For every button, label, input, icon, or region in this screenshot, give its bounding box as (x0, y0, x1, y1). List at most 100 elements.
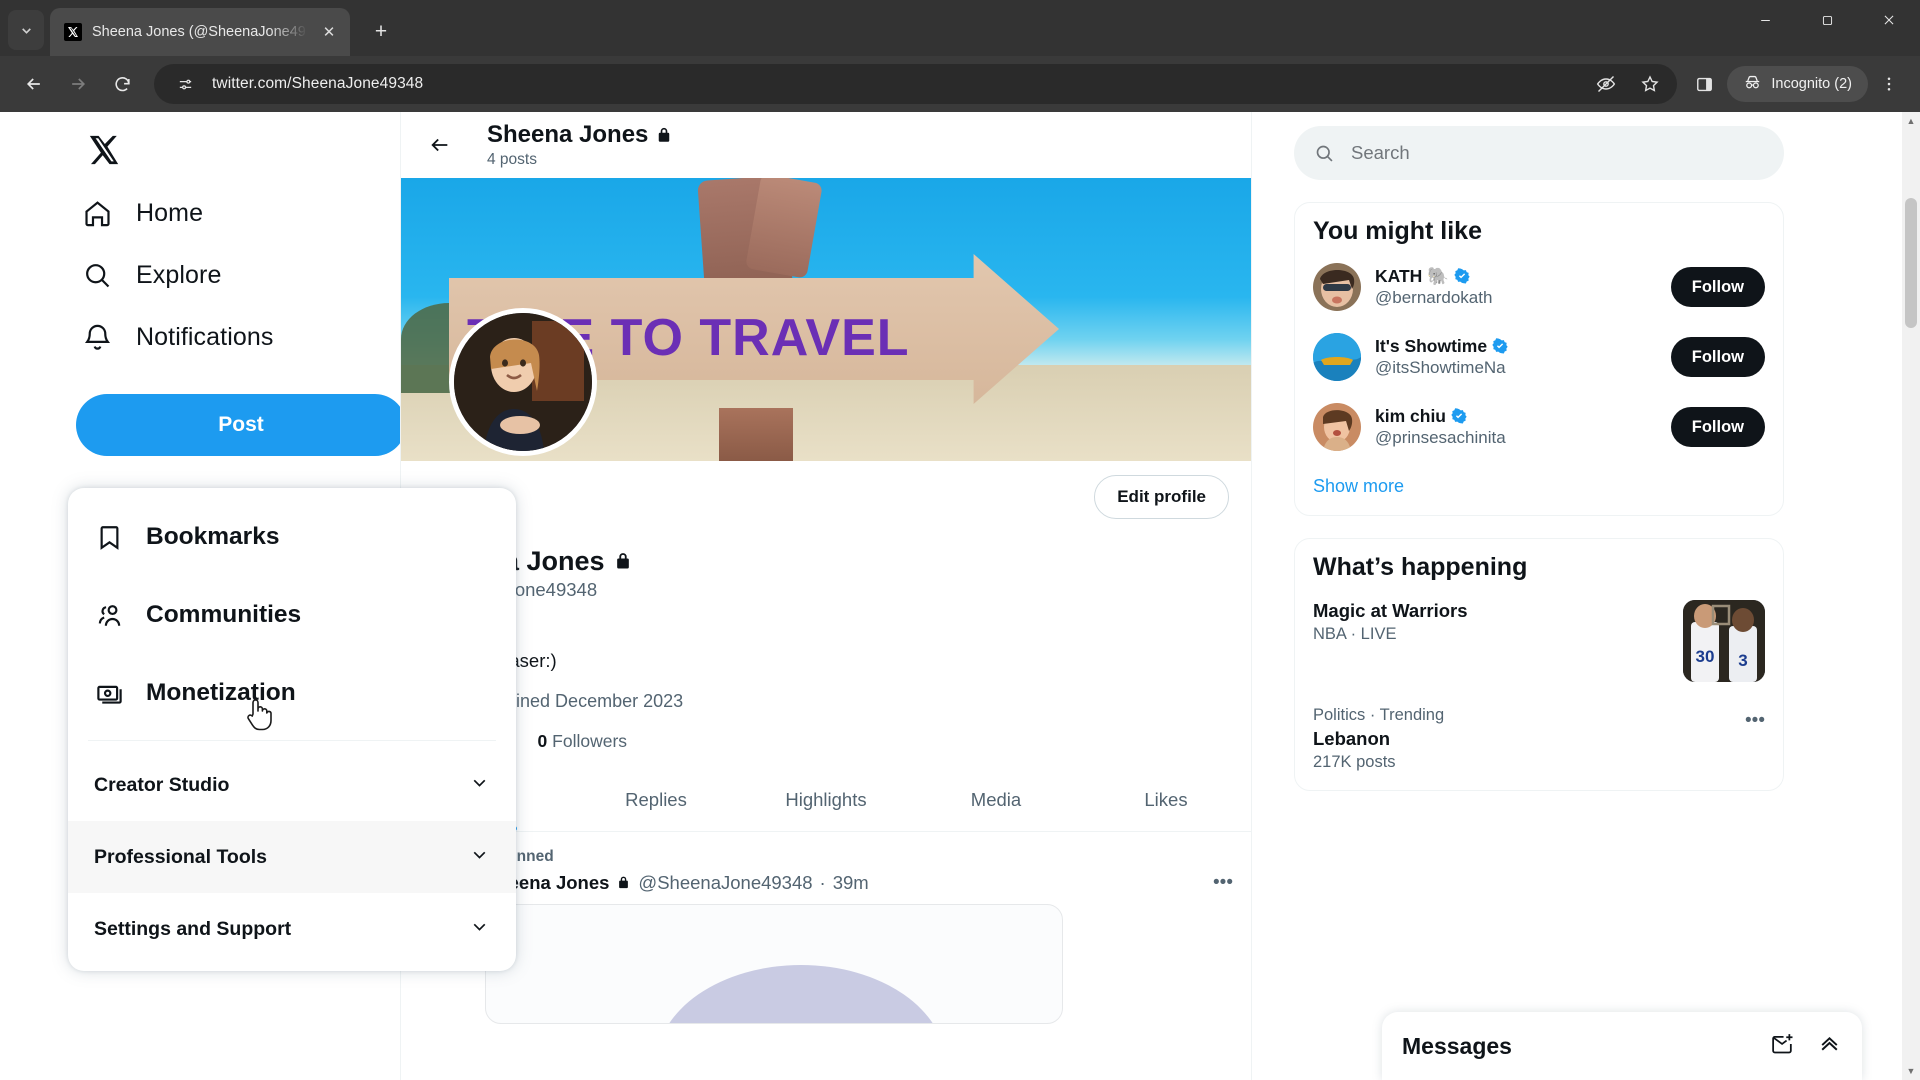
followers-count: 0 (537, 730, 548, 751)
profile-avatar[interactable] (449, 308, 597, 456)
sidebar-item-label: Home (136, 198, 204, 227)
window-close-icon[interactable] (1858, 0, 1920, 40)
kebab-menu-icon[interactable] (1872, 67, 1906, 101)
avatar (1313, 263, 1361, 311)
arrow-left-icon[interactable] (419, 124, 461, 166)
messages-dock[interactable]: Messages (1382, 1012, 1862, 1080)
trend-text: Politics · Trending Lebanon 217K posts (1313, 706, 1733, 772)
post-header: Sheena Jones @SheenaJone49348 · 39m ••• (485, 872, 1233, 894)
whats-happening-card: What’s happening Magic at Warriors NBA ·… (1294, 538, 1784, 791)
search-input[interactable] (1351, 142, 1764, 164)
eye-off-icon[interactable] (1591, 69, 1621, 99)
follow-button[interactable]: Follow (1670, 337, 1765, 377)
menu-accordion-professional-tools[interactable]: Professional Tools (68, 821, 516, 893)
profile-tabs: Posts Replies Highlights Media Likes (401, 770, 1251, 832)
back-icon[interactable] (14, 64, 54, 104)
chevron-up-icon[interactable] (1817, 1031, 1842, 1061)
bookmark-icon (94, 522, 124, 552)
x-logo-icon[interactable] (76, 122, 132, 178)
post-more-icon[interactable]: ••• (1213, 872, 1233, 894)
sidebar-item-home[interactable]: Home (70, 182, 223, 244)
scrollbar-thumb[interactable] (1905, 198, 1917, 328)
follow-button[interactable]: Follow (1670, 407, 1765, 447)
list-item[interactable]: Politics · Trending Lebanon 217K posts •… (1295, 694, 1783, 784)
reload-icon[interactable] (102, 64, 142, 104)
table-row[interactable]: Sheena Jones @SheenaJone49348 · 39m ••• (401, 870, 1251, 1024)
trend-more-icon[interactable]: ••• (1745, 706, 1765, 732)
svg-text:3: 3 (1738, 651, 1747, 670)
site-settings-icon[interactable] (170, 69, 200, 99)
avatar (1313, 333, 1361, 381)
suggested-account-handle: @prinsesachinita (1375, 428, 1506, 448)
twitter-page: Home Explore Notifications Post Sheena J… (0, 112, 1920, 1080)
suggested-account-name-text: kim chiu (1375, 405, 1446, 426)
profile-display-name: Sheena Jones (423, 545, 1229, 577)
side-panel-icon[interactable] (1689, 69, 1719, 99)
account-info: kim chiu @prinsesachinita (1375, 405, 1506, 449)
trend-title: Magic at Warriors (1313, 600, 1468, 621)
menu-item-monetization[interactable]: Monetization (68, 654, 516, 732)
list-item[interactable]: It's Showtime @itsShowtimeNa Follow (1295, 322, 1783, 392)
right-sidebar: You might like KATH 🐘 (1252, 112, 1920, 1080)
followers-stat[interactable]: 0 Followers (538, 731, 628, 752)
list-item[interactable]: Magic at Warriors NBA · LIVE 30 3 (1295, 588, 1783, 694)
menu-accordion-settings-and-support[interactable]: Settings and Support (68, 893, 516, 965)
list-item[interactable]: kim chiu @prinsesachinita Follow (1295, 392, 1783, 462)
tab-replies[interactable]: Replies (571, 770, 741, 831)
browser-toolbar: twitter.com/SheenaJone49348 Incognito (2… (0, 56, 1920, 112)
sidebar-item-notifications[interactable]: Notifications (70, 306, 293, 368)
post-separator: · (819, 871, 826, 893)
menu-accordion-label: Settings and Support (94, 917, 292, 940)
tab-highlights[interactable]: Highlights (741, 770, 911, 831)
menu-accordion-label: Creator Studio (94, 773, 230, 796)
new-message-icon[interactable] (1770, 1031, 1795, 1061)
suggested-account-name: KATH 🐘 (1375, 265, 1492, 287)
post-media[interactable] (485, 903, 1063, 1024)
trend-post-count: 217K posts (1313, 753, 1396, 771)
tab-search-button[interactable] (8, 10, 44, 50)
lock-icon (655, 126, 673, 144)
browser-tab[interactable]: Sheena Jones (@SheenaJone49 ✕ (50, 8, 350, 56)
address-bar[interactable]: twitter.com/SheenaJone49348 (154, 64, 1678, 104)
messages-actions (1770, 1031, 1842, 1061)
new-tab-button[interactable]: + (364, 15, 398, 49)
list-item[interactable]: KATH 🐘 @bernardokath Follow (1295, 252, 1783, 322)
pinned-indicator: Pinned (401, 832, 1251, 870)
search-bar[interactable] (1294, 126, 1784, 180)
suggested-account-handle: @itsShowtimeNa (1375, 358, 1506, 378)
forward-icon[interactable] (58, 64, 98, 104)
you-might-like-card: You might like KATH 🐘 @bernardokath Foll… (1294, 202, 1784, 516)
close-icon[interactable]: ✕ (318, 21, 340, 43)
incognito-indicator[interactable]: Incognito (2) (1727, 66, 1868, 102)
home-icon (80, 196, 114, 230)
menu-item-communities[interactable]: Communities (68, 576, 516, 654)
incognito-label: Incognito (2) (1771, 76, 1852, 92)
page-scrollbar[interactable]: ▲ ▼ (1902, 112, 1920, 1080)
profile-bio-line-1: Traveler :) (423, 621, 1229, 647)
followers-label: Followers (552, 730, 628, 751)
tab-media[interactable]: Media (911, 770, 1081, 831)
edit-profile-button[interactable]: Edit profile (1094, 475, 1229, 519)
account-info: KATH 🐘 @bernardokath (1375, 265, 1492, 309)
post-button[interactable]: Post (76, 394, 406, 456)
profile-bio-line-2: Sunset Chaser:) (423, 649, 557, 671)
profile-handle: @SheenaJone49348 (423, 579, 1229, 601)
minimize-icon[interactable] (1734, 0, 1796, 40)
scroll-down-arrow-icon[interactable]: ▼ (1902, 1062, 1920, 1080)
page-title: Sheena Jones (487, 120, 673, 150)
post-media-graphic (656, 964, 946, 1023)
profile-actions: Edit profile (401, 461, 1251, 539)
maximize-icon[interactable] (1796, 0, 1858, 40)
tab-likes[interactable]: Likes (1081, 770, 1251, 831)
menu-divider (88, 740, 496, 741)
scroll-up-arrow-icon[interactable]: ▲ (1902, 112, 1920, 130)
account-info: It's Showtime @itsShowtimeNa (1375, 335, 1508, 379)
post-handle: @SheenaJone49348 (638, 871, 813, 893)
follow-button[interactable]: Follow (1670, 267, 1765, 307)
menu-accordion-creator-studio[interactable]: Creator Studio (68, 749, 516, 821)
show-more-link[interactable]: Show more (1295, 462, 1783, 509)
star-icon[interactable] (1635, 69, 1665, 99)
search-icon (1314, 143, 1335, 164)
menu-item-bookmarks[interactable]: Bookmarks (68, 498, 516, 576)
sidebar-item-explore[interactable]: Explore (70, 244, 241, 306)
